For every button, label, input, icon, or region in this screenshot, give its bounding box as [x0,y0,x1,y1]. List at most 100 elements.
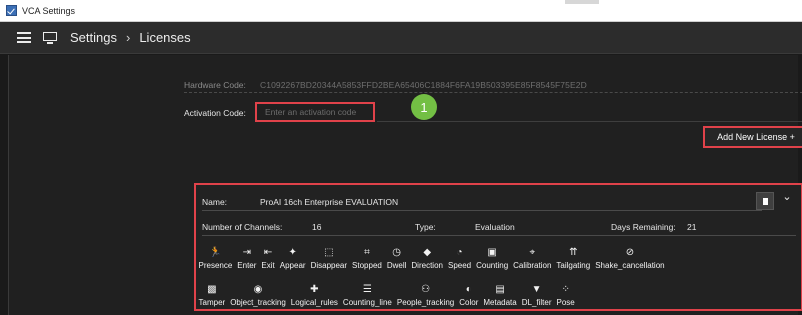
feature-calibration: ⌖ Calibration [511,246,554,271]
feature-label: Exit [261,261,275,270]
feature-shake-cancellation: ⊘ Shake_cancellation [593,246,667,271]
feature-label: Tamper [198,298,226,307]
feature-dwell: ◷ Dwell [384,246,409,271]
type-label: Type: [415,221,436,232]
hardware-code-row: Hardware Code: C1092267BD20344A5853FFD2B… [184,77,802,93]
feature-exit: ⇤ Exit [259,246,277,271]
pose-icon: ⁘ [561,284,570,295]
feature-tailgating: ⇈ Tailgating [554,246,593,271]
crosshair-icon: ⌖ [529,247,536,258]
feature-tamper: ▩ Tamper [196,283,228,308]
tamper-icon: ▩ [207,284,217,295]
speedometer-icon: ◔ [456,247,463,258]
feature-label: Stopped [352,261,382,270]
feature-dl-filter: ▼ DL_filter [519,283,554,308]
add-new-license-button[interactable]: Add New License + [703,126,802,148]
hardware-code-value: C1092267BD20344A5853FFD2BEA65406C1884F6F… [260,79,587,90]
hamburger-menu-icon[interactable] [17,32,31,43]
counter-icon: ▣ [487,247,497,258]
filter-icon: ▼ [531,284,542,295]
droplet-icon: ◐ [465,284,472,295]
app-header: Settings › Licenses [0,22,802,54]
people-icon: ⚇ [421,284,431,295]
feature-label: DL_filter [521,298,552,307]
monitor-icon [43,31,57,44]
feature-label: Object_tracking [230,298,286,307]
person-running-icon: 🏃 [209,247,222,258]
stopped-icon: ⌗ [364,247,370,258]
feature-speed: ◔ Speed [445,246,473,271]
activation-underline [377,121,802,122]
feature-color: ◐ Color [457,283,481,308]
window-title: VCA Settings [22,5,76,16]
activation-code-label: Activation Code: [184,108,246,118]
feature-metadata: ▤ Metadata [481,283,519,308]
titlebar-handle [565,0,599,4]
days-remaining-value: 21 [687,221,697,232]
window-titlebar: VCA Settings [0,0,802,22]
feature-label: Pose [556,298,575,307]
direction-icon: ◆ [423,247,432,258]
hardware-code-label: Hardware Code: [184,79,246,90]
feature-label: Presence [198,261,233,270]
chevron-down-icon[interactable]: ⌄ [779,190,795,208]
magic-wand-icon: ✦ [288,247,297,258]
days-remaining-label: Days Remaining: [611,221,676,232]
feature-label: Enter [237,261,257,270]
activation-code-input[interactable] [255,102,375,122]
feature-label: Dwell [386,261,407,270]
step-badge: 1 [411,94,437,120]
channels-label: Number of Channels: [202,221,283,232]
app-icon [6,5,17,16]
feature-list-row-1: 🏃 Presence ⇥ Enter ⇤ Exit ✦ Appear ⬚ Disappear ⌗ St… [196,246,667,271]
feature-label: Tailgating [556,261,591,270]
type-value: Evaluation [475,221,515,232]
feature-label: Color [459,298,479,307]
license-details-row: Number of Channels: 16 Type: Evaluation … [202,218,796,236]
list-icon: ☰ [362,284,372,295]
feature-label: People_tracking [396,298,455,307]
delete-license-button[interactable] [756,192,774,210]
breadcrumb: Settings › Licenses [70,30,191,45]
puzzle-icon: ✚ [310,284,319,295]
feature-label: Disappear [310,261,348,270]
feature-pose: ⁘ Pose [554,283,577,308]
shake-icon: ⊘ [625,247,635,258]
breadcrumb-separator: › [125,30,131,45]
enter-icon: ⇥ [242,247,252,258]
license-card: Name: ProAI 16ch Enterprise EVALUATION ⌄… [194,183,802,311]
feature-disappear: ⬚ Disappear [308,246,349,271]
feature-counting-line: ☰ Counting_line [340,283,394,308]
feature-label: Calibration [513,261,552,270]
breadcrumb-settings[interactable]: Settings [70,30,117,45]
feature-label: Direction [411,261,443,270]
license-name-value: ProAI 16ch Enterprise EVALUATION [260,196,399,207]
feature-label: Appear [279,261,306,270]
feature-object-tracking: ◉ Object_tracking [228,283,289,308]
license-name-label: Name: [202,196,228,207]
feature-presence: 🏃 Presence [196,246,235,271]
feature-label: Metadata [483,298,517,307]
feature-enter: ⇥ Enter [235,246,259,271]
channels-value: 16 [312,221,322,232]
feature-label: Counting [476,261,509,270]
target-icon: ◉ [253,284,263,295]
feature-label: Speed [447,261,472,270]
feature-direction: ◆ Direction [409,246,446,271]
feature-appear: ✦ Appear [277,246,308,271]
feature-label: Counting_line [342,298,392,307]
feature-label: Shake_cancellation [595,261,665,270]
feature-people-tracking: ⚇ People_tracking [394,283,456,308]
feature-list-row-2: ▩ Tamper ◉ Object_tracking ✚ Logical_rules ☰ Co… [196,283,577,308]
feature-stopped: ⌗ Stopped [350,246,385,271]
feature-label: Logical_rules [290,298,338,307]
dashed-square-icon: ⬚ [324,247,334,258]
exit-icon: ⇤ [263,247,273,258]
feature-logical-rules: ✚ Logical_rules [288,283,340,308]
license-name-row: Name: ProAI 16ch Enterprise EVALUATION [202,193,762,211]
breadcrumb-licenses: Licenses [139,30,191,45]
feature-counting: ▣ Counting [474,246,511,271]
tailgating-icon: ⇈ [569,247,578,258]
clock-icon: ◷ [392,247,401,258]
document-icon: ▤ [495,284,505,295]
